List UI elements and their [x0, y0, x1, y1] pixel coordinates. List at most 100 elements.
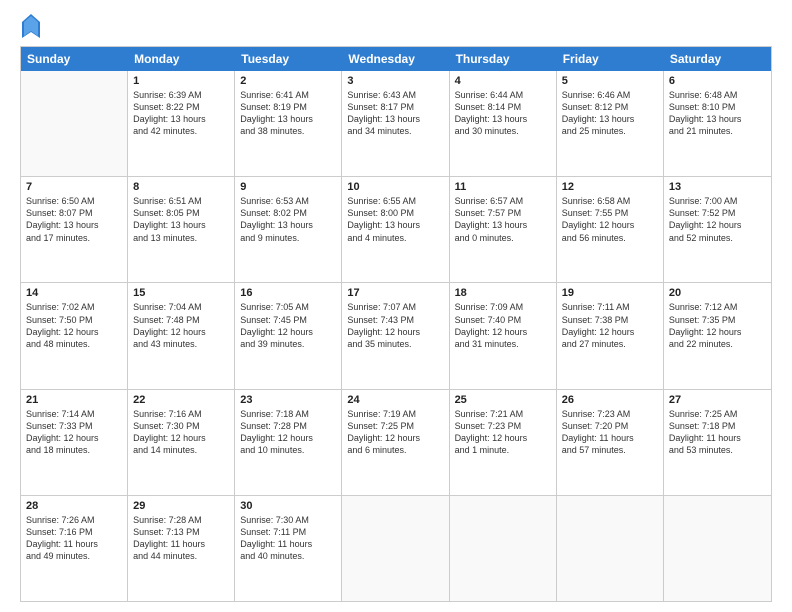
cell-line: Daylight: 11 hours [26, 538, 122, 550]
cell-line: Sunset: 7:30 PM [133, 420, 229, 432]
cell-line: Daylight: 12 hours [669, 219, 766, 231]
cell-line: Sunset: 8:02 PM [240, 207, 336, 219]
cell-line: and 17 minutes. [26, 232, 122, 244]
cell-line: and 40 minutes. [240, 550, 336, 562]
logo-icon [22, 14, 40, 38]
cell-line: Daylight: 12 hours [562, 219, 658, 231]
cell-line: Sunset: 7:45 PM [240, 314, 336, 326]
cell-line: Daylight: 12 hours [455, 326, 551, 338]
cell-line: Sunset: 8:12 PM [562, 101, 658, 113]
day-number: 15 [133, 287, 229, 299]
cell-line: Sunrise: 6:48 AM [669, 89, 766, 101]
cell-line: Daylight: 12 hours [455, 432, 551, 444]
cell-line: Daylight: 13 hours [240, 113, 336, 125]
cell-line: Sunset: 8:05 PM [133, 207, 229, 219]
calendar-cell [21, 71, 128, 176]
cell-line: and 44 minutes. [133, 550, 229, 562]
cell-line: Sunrise: 6:41 AM [240, 89, 336, 101]
calendar-cell: 3Sunrise: 6:43 AMSunset: 8:17 PMDaylight… [342, 71, 449, 176]
cell-line: Sunset: 7:23 PM [455, 420, 551, 432]
day-number: 5 [562, 75, 658, 87]
cell-line: Sunset: 7:43 PM [347, 314, 443, 326]
cell-line: and 31 minutes. [455, 338, 551, 350]
calendar-header-cell: Wednesday [342, 47, 449, 71]
calendar-cell: 29Sunrise: 7:28 AMSunset: 7:13 PMDayligh… [128, 496, 235, 601]
cell-line: Sunset: 7:35 PM [669, 314, 766, 326]
day-number: 25 [455, 394, 551, 406]
cell-line: and 34 minutes. [347, 125, 443, 137]
cell-line: Daylight: 12 hours [26, 326, 122, 338]
cell-line: Daylight: 13 hours [133, 113, 229, 125]
day-number: 7 [26, 181, 122, 193]
cell-line: and 9 minutes. [240, 232, 336, 244]
cell-line: and 56 minutes. [562, 232, 658, 244]
cell-line: Sunset: 7:38 PM [562, 314, 658, 326]
calendar-cell: 27Sunrise: 7:25 AMSunset: 7:18 PMDayligh… [664, 390, 771, 495]
day-number: 9 [240, 181, 336, 193]
calendar-header-cell: Friday [557, 47, 664, 71]
cell-line: Sunrise: 6:51 AM [133, 195, 229, 207]
calendar-cell: 14Sunrise: 7:02 AMSunset: 7:50 PMDayligh… [21, 283, 128, 388]
day-number: 11 [455, 181, 551, 193]
cell-line: and 21 minutes. [669, 125, 766, 137]
cell-line: Sunrise: 7:12 AM [669, 301, 766, 313]
cell-line: Sunrise: 6:58 AM [562, 195, 658, 207]
cell-line: and 43 minutes. [133, 338, 229, 350]
cell-line: Daylight: 13 hours [347, 113, 443, 125]
day-number: 29 [133, 500, 229, 512]
calendar-cell: 28Sunrise: 7:26 AMSunset: 7:16 PMDayligh… [21, 496, 128, 601]
cell-line: Daylight: 12 hours [26, 432, 122, 444]
cell-line: Sunset: 7:48 PM [133, 314, 229, 326]
day-number: 30 [240, 500, 336, 512]
cell-line: Daylight: 11 hours [562, 432, 658, 444]
day-number: 24 [347, 394, 443, 406]
cell-line: Sunrise: 6:43 AM [347, 89, 443, 101]
day-number: 26 [562, 394, 658, 406]
day-number: 8 [133, 181, 229, 193]
cell-line: and 30 minutes. [455, 125, 551, 137]
cell-line: Sunrise: 7:09 AM [455, 301, 551, 313]
calendar-cell: 26Sunrise: 7:23 AMSunset: 7:20 PMDayligh… [557, 390, 664, 495]
calendar-header: SundayMondayTuesdayWednesdayThursdayFrid… [21, 47, 771, 71]
calendar-cell: 6Sunrise: 6:48 AMSunset: 8:10 PMDaylight… [664, 71, 771, 176]
calendar-cell: 22Sunrise: 7:16 AMSunset: 7:30 PMDayligh… [128, 390, 235, 495]
calendar-row: 14Sunrise: 7:02 AMSunset: 7:50 PMDayligh… [21, 283, 771, 389]
calendar-cell: 23Sunrise: 7:18 AMSunset: 7:28 PMDayligh… [235, 390, 342, 495]
cell-line: and 35 minutes. [347, 338, 443, 350]
day-number: 12 [562, 181, 658, 193]
day-number: 2 [240, 75, 336, 87]
cell-line: Daylight: 13 hours [133, 219, 229, 231]
cell-line: Sunset: 7:28 PM [240, 420, 336, 432]
cell-line: Sunset: 8:00 PM [347, 207, 443, 219]
cell-line: Sunrise: 7:25 AM [669, 408, 766, 420]
day-number: 21 [26, 394, 122, 406]
calendar-header-cell: Tuesday [235, 47, 342, 71]
day-number: 20 [669, 287, 766, 299]
cell-line: Sunset: 7:11 PM [240, 526, 336, 538]
calendar-row: 28Sunrise: 7:26 AMSunset: 7:16 PMDayligh… [21, 496, 771, 601]
cell-line: and 18 minutes. [26, 444, 122, 456]
cell-line: Sunrise: 7:07 AM [347, 301, 443, 313]
cell-line: Daylight: 12 hours [347, 432, 443, 444]
day-number: 6 [669, 75, 766, 87]
calendar-header-cell: Thursday [450, 47, 557, 71]
cell-line: Daylight: 12 hours [133, 326, 229, 338]
cell-line: Sunrise: 7:30 AM [240, 514, 336, 526]
cell-line: Daylight: 13 hours [240, 219, 336, 231]
calendar-header-cell: Monday [128, 47, 235, 71]
cell-line: Daylight: 12 hours [669, 326, 766, 338]
logo [20, 16, 40, 38]
cell-line: Sunset: 7:50 PM [26, 314, 122, 326]
header [20, 16, 772, 38]
cell-line: Daylight: 11 hours [240, 538, 336, 550]
cell-line: and 10 minutes. [240, 444, 336, 456]
cell-line: Sunrise: 7:02 AM [26, 301, 122, 313]
cell-line: Sunrise: 6:39 AM [133, 89, 229, 101]
cell-line: Sunset: 8:10 PM [669, 101, 766, 113]
cell-line: Sunrise: 7:04 AM [133, 301, 229, 313]
day-number: 1 [133, 75, 229, 87]
cell-line: and 42 minutes. [133, 125, 229, 137]
calendar-row: 7Sunrise: 6:50 AMSunset: 8:07 PMDaylight… [21, 177, 771, 283]
cell-line: Sunrise: 6:55 AM [347, 195, 443, 207]
cell-line: Daylight: 11 hours [133, 538, 229, 550]
